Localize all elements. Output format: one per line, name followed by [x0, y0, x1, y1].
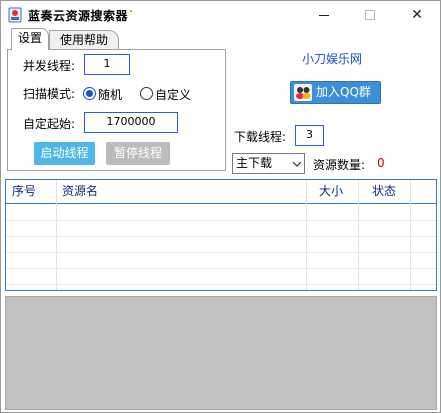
column-header-name[interactable]: 资源名	[58, 180, 98, 203]
threads-input[interactable]: 1	[84, 54, 130, 75]
app-window: 蓝奏云资源搜索器 ✕ 设置 使用帮助 并发线程: 1 扫描模式: 随机 自定义 …	[0, 0, 441, 413]
site-link[interactable]: 小刀娱乐网	[302, 50, 362, 67]
radio-random[interactable]	[83, 87, 96, 100]
column-header-status[interactable]: 状态	[368, 180, 396, 203]
title-bar: 蓝奏云资源搜索器 ✕	[1, 1, 440, 29]
minimize-button[interactable]	[301, 1, 347, 29]
radio-random-label: 随机	[98, 88, 123, 102]
start-label: 自定起始:	[23, 117, 76, 131]
download-threads-input[interactable]: 3	[295, 125, 324, 146]
tab-help[interactable]: 使用帮助	[49, 30, 119, 50]
log-area[interactable]	[5, 296, 437, 410]
title-decoration	[130, 10, 132, 12]
start-input[interactable]: 1700000	[84, 112, 178, 133]
column-divider	[306, 180, 307, 290]
resource-count-label: 资源数量:	[313, 158, 366, 172]
row-divider	[6, 284, 436, 285]
row-divider	[6, 220, 436, 221]
start-threads-button[interactable]: 启动线程	[34, 142, 95, 165]
threads-label: 并发线程:	[23, 59, 76, 73]
close-icon: ✕	[411, 7, 423, 23]
row-divider	[6, 236, 436, 237]
results-table[interactable]: 序号 资源名 大小 状态	[5, 179, 437, 291]
download-source-select[interactable]: 主下载	[232, 153, 305, 174]
maximize-button[interactable]	[347, 1, 393, 29]
minimize-icon	[319, 14, 329, 16]
column-header-size[interactable]: 大小	[315, 180, 343, 203]
radio-custom[interactable]	[140, 87, 153, 100]
app-icon	[8, 7, 22, 23]
maximize-icon	[365, 10, 375, 20]
table-header-divider	[6, 203, 436, 204]
column-divider	[56, 180, 57, 290]
download-source-value: 主下载	[236, 156, 273, 170]
pause-threads-button[interactable]: 暂停线程	[106, 142, 170, 165]
column-header-index[interactable]: 序号	[8, 180, 36, 203]
radio-custom-label: 自定义	[155, 88, 192, 102]
row-divider	[6, 252, 436, 253]
join-qq-button[interactable]: 加入QQ群	[290, 81, 381, 104]
qq-icon	[294, 84, 312, 101]
scan-mode-label: 扫描模式:	[23, 87, 76, 101]
chevron-down-icon	[293, 161, 301, 167]
tab-settings[interactable]: 设置	[11, 28, 49, 50]
column-divider	[358, 180, 359, 290]
join-qq-label: 加入QQ群	[316, 85, 371, 99]
resource-count-value: 0	[377, 156, 385, 170]
download-threads-label: 下载线程:	[234, 130, 287, 144]
window-title: 蓝奏云资源搜索器	[28, 9, 129, 23]
row-divider	[6, 268, 436, 269]
column-divider	[410, 180, 411, 290]
close-button[interactable]: ✕	[394, 1, 440, 29]
